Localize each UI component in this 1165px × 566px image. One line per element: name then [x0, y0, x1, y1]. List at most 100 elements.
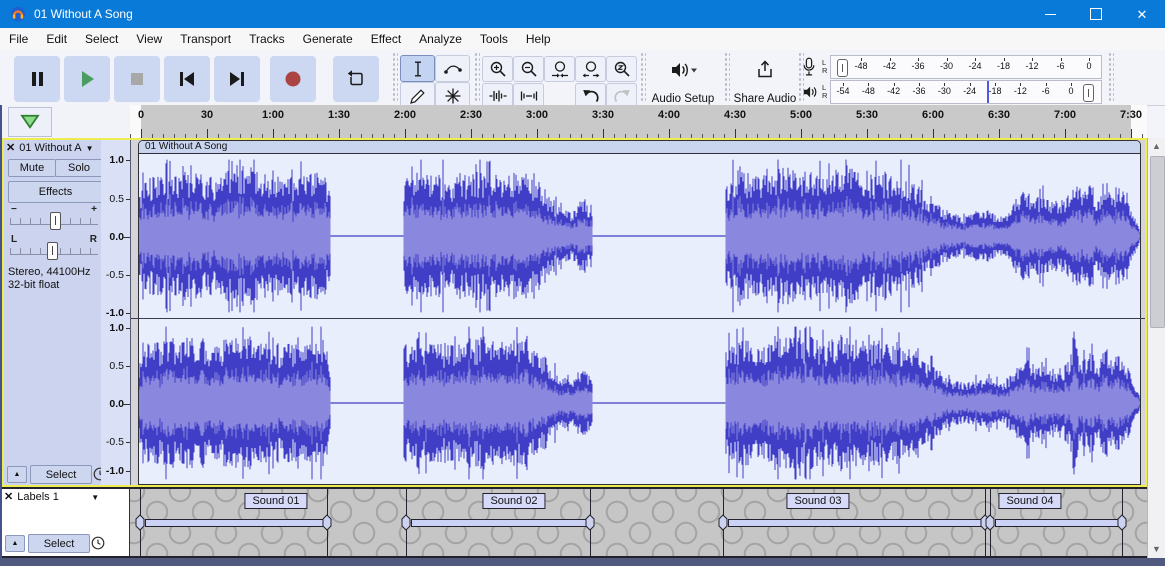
label-text-badge[interactable]: Sound 02 [482, 493, 546, 509]
playback-meter[interactable]: L R -54 -48 -42 -36 -30 -24 -18 -12 -6 0 [802, 79, 1106, 104]
menu-edit[interactable]: Edit [37, 29, 76, 50]
maximize-button[interactable] [1073, 0, 1119, 28]
meter-tick-label: -48 [861, 85, 875, 96]
ruler-label: 1:00 [261, 109, 285, 121]
timeline-options-button[interactable] [8, 107, 52, 137]
share-audio-button[interactable]: Share Audio [730, 54, 800, 108]
audio-track-select-button[interactable]: Select [30, 465, 92, 484]
zoom-to-selection-button[interactable] [544, 56, 575, 82]
play-button[interactable] [64, 56, 110, 102]
track-format-line2: 32-bit float [8, 279, 60, 291]
recording-meter-volume-knob[interactable] [837, 58, 848, 77]
label-region-bar[interactable] [411, 519, 587, 527]
loop-icon [347, 70, 363, 86]
gain-slider-thumb[interactable] [50, 212, 61, 230]
undo-icon [582, 90, 599, 103]
share-upload-icon [758, 60, 772, 78]
label-track-close-button[interactable]: ✕ [4, 491, 13, 503]
scrollbar-thumb[interactable] [1150, 156, 1165, 328]
label-text-badge[interactable]: Sound 04 [998, 493, 1062, 509]
menu-select[interactable]: Select [76, 29, 127, 50]
ruler-label: 2:00 [393, 109, 417, 121]
zoom-toggle-button[interactable] [606, 56, 637, 82]
stereo-waveform[interactable] [139, 154, 1140, 484]
minimize-button[interactable] [1027, 0, 1073, 28]
label-track-area[interactable]: Sound 01 Sound 02 Sound 03 Sound 04 [130, 489, 1147, 556]
clip-header[interactable]: 01 Without A Song [139, 141, 1140, 154]
ruler-label: 5:30 [855, 109, 879, 121]
meter-tick-label: -42 [882, 60, 897, 71]
vertical-scrollbar[interactable]: ▲ ▼ [1147, 138, 1165, 558]
pan-slider-thumb[interactable] [47, 242, 58, 260]
label-region-bar[interactable] [728, 519, 982, 527]
scroll-down-icon[interactable]: ▼ [1148, 541, 1165, 557]
playback-meter-volume-knob[interactable] [1083, 83, 1094, 102]
collapse-label-track-button[interactable]: ▲ [5, 535, 25, 552]
timeline-ruler[interactable]: 0 30 1:00 1:30 2:00 2:30 3:00 3:30 4:00 4:30 5:00 5… [130, 105, 1147, 139]
skip-to-start-button[interactable] [164, 56, 210, 102]
menu-tools[interactable]: Tools [471, 29, 517, 50]
audio-track-name[interactable]: 01 Without A [19, 142, 81, 154]
label-text-badge[interactable]: Sound 03 [786, 493, 850, 509]
scroll-up-icon[interactable]: ▲ [1148, 138, 1165, 154]
toolbar-grip[interactable] [392, 52, 398, 102]
meter-tick-label: -42 [887, 85, 901, 96]
meter-tick-label: -6 [1056, 60, 1065, 71]
toolbar-grip[interactable] [1108, 52, 1114, 102]
label-drag-handle[interactable] [321, 514, 334, 531]
label-region-bar[interactable] [145, 519, 324, 527]
collapse-track-button[interactable]: ▲ [7, 466, 27, 483]
audio-setup-button[interactable]: Audio Setup [644, 54, 722, 108]
label-track-name[interactable]: Labels 1 [17, 491, 87, 503]
label-drag-handle[interactable] [1116, 514, 1129, 531]
meter-tick-label: -18 [988, 85, 1002, 96]
selection-tool-button[interactable] [400, 55, 435, 82]
label-drag-handle[interactable] [134, 514, 147, 531]
menu-view[interactable]: View [127, 29, 171, 50]
pan-slider[interactable]: L R [10, 234, 98, 260]
menu-generate[interactable]: Generate [294, 29, 362, 50]
menu-analyze[interactable]: Analyze [410, 29, 471, 50]
playback-meter-scale[interactable]: -54 -48 -42 -36 -30 -24 -18 -12 -6 0 [830, 79, 1102, 104]
close-button[interactable]: ✕ [1119, 0, 1165, 28]
label-drag-handle[interactable] [400, 514, 413, 531]
record-button[interactable] [270, 56, 316, 102]
label-track-menu-caret-icon[interactable]: ▼ [91, 493, 99, 502]
play-icon [82, 71, 94, 87]
label-region-bar[interactable] [995, 519, 1119, 527]
zoom-fit-project-button[interactable] [575, 56, 606, 82]
pause-button[interactable] [14, 56, 60, 102]
menu-tracks[interactable]: Tracks [240, 29, 294, 50]
zoom-in-button[interactable] [482, 56, 513, 82]
label-sync-lock-clock-icon[interactable] [91, 536, 105, 550]
skip-to-end-button[interactable] [214, 56, 260, 102]
label-track-select-button[interactable]: Select [28, 534, 90, 553]
ruler-label: 4:00 [657, 109, 681, 121]
mute-button[interactable]: Mute [8, 159, 56, 177]
vruler-value: 0.5 [109, 193, 124, 205]
toolbar-grip[interactable] [474, 52, 480, 102]
loop-button[interactable] [333, 56, 379, 102]
meter-tick-label: -6 [1041, 85, 1050, 96]
recording-meter[interactable]: L R -48 -42 -36 -30 -24 -18 -12 -6 0 [802, 54, 1106, 79]
stop-button[interactable] [114, 56, 160, 102]
audio-track-close-button[interactable]: ✕ [6, 142, 15, 154]
menu-file[interactable]: File [0, 29, 37, 50]
audio-track-menu-caret-icon[interactable]: ▼ [86, 144, 94, 153]
horizontal-scrollbar-strip[interactable] [0, 558, 1165, 566]
meter-tick-label: -36 [912, 85, 926, 96]
menu-help[interactable]: Help [517, 29, 560, 50]
envelope-tool-button[interactable] [435, 55, 470, 82]
solo-button[interactable]: Solo [55, 159, 103, 177]
gain-slider[interactable]: − + [10, 204, 98, 230]
label-drag-handle[interactable] [984, 514, 997, 531]
ruler-label: 0 [137, 109, 145, 121]
label-text-badge[interactable]: Sound 01 [244, 493, 308, 509]
menu-transport[interactable]: Transport [171, 29, 240, 50]
zoom-out-button[interactable] [513, 56, 544, 82]
menu-effect[interactable]: Effect [362, 29, 410, 50]
label-drag-handle[interactable] [717, 514, 730, 531]
recording-meter-scale[interactable]: -48 -42 -36 -30 -24 -18 -12 -6 0 [830, 54, 1102, 79]
label-drag-handle[interactable] [584, 514, 597, 531]
effects-button[interactable]: Effects [8, 181, 103, 203]
